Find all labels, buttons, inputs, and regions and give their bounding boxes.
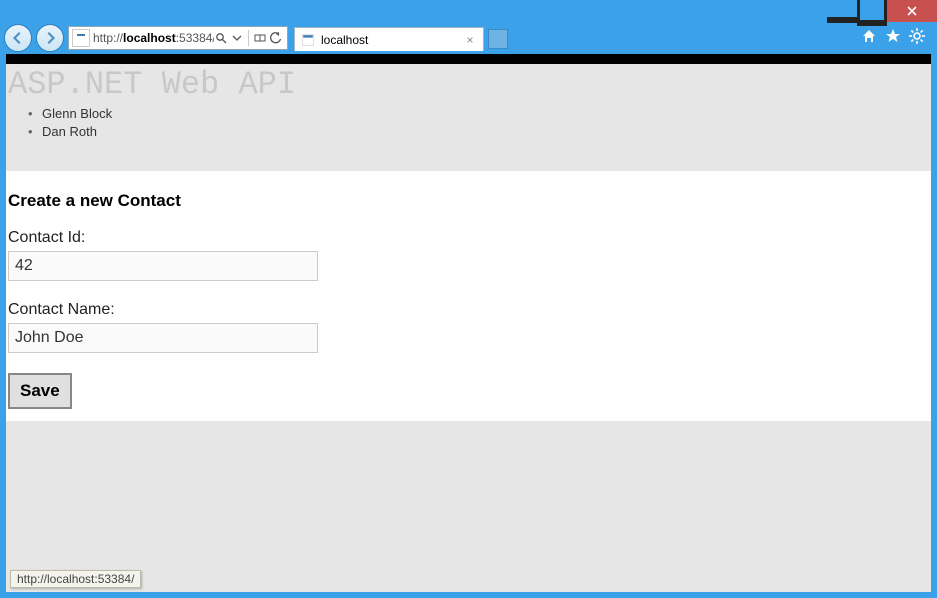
list-item: Dan Roth	[42, 123, 931, 141]
page-viewport: ASP.NET Web API Glenn Block Dan Roth Cre…	[6, 54, 931, 592]
forward-button[interactable]	[36, 24, 64, 52]
url-prefix: http://	[93, 31, 123, 45]
favorites-button[interactable]	[885, 28, 901, 49]
close-icon	[907, 6, 917, 16]
status-tooltip: http://localhost:53384/	[10, 570, 141, 588]
browser-window: http://localhost:53384/ localhost ×	[0, 0, 937, 598]
new-tab-button[interactable]	[488, 29, 508, 49]
home-button[interactable]	[861, 28, 877, 49]
star-icon	[885, 28, 901, 44]
tab-bar: localhost ×	[294, 25, 857, 51]
form-heading: Create a new Contact	[8, 191, 929, 211]
gear-icon	[909, 28, 925, 44]
header-section: ASP.NET Web API Glenn Block Dan Roth	[6, 64, 931, 171]
search-icon[interactable]	[214, 31, 228, 45]
contact-name-input[interactable]	[8, 323, 318, 353]
arrow-left-icon	[11, 31, 25, 45]
tab-favicon	[301, 33, 315, 47]
address-controls	[214, 30, 287, 46]
back-button[interactable]	[4, 24, 32, 52]
dropdown-icon[interactable]	[230, 31, 244, 45]
address-text: http://localhost:53384/	[93, 31, 214, 45]
tab-title: localhost	[321, 33, 368, 47]
contact-list: Glenn Block Dan Roth	[6, 105, 931, 141]
contact-id-label: Contact Id:	[8, 229, 929, 247]
contact-name-label: Contact Name:	[8, 301, 929, 319]
page-icon	[72, 29, 90, 47]
form-section: Create a new Contact Contact Id: Contact…	[6, 171, 931, 421]
minimize-button[interactable]	[827, 0, 857, 22]
contact-id-input[interactable]	[8, 251, 318, 281]
footer-area	[6, 421, 931, 592]
browser-toolbar: http://localhost:53384/ localhost ×	[0, 22, 937, 54]
arrow-right-icon	[43, 31, 57, 45]
url-suffix: :53384/	[176, 31, 214, 45]
address-bar[interactable]: http://localhost:53384/	[68, 26, 288, 50]
refresh-icon[interactable]	[269, 31, 283, 45]
maximize-button[interactable]	[857, 0, 887, 22]
window-titlebar	[0, 0, 937, 22]
page-title: ASP.NET Web API	[6, 66, 931, 103]
home-icon	[861, 28, 877, 44]
top-black-bar	[6, 54, 931, 64]
command-bar	[861, 28, 933, 49]
tools-button[interactable]	[909, 28, 925, 49]
url-host: localhost	[123, 31, 176, 45]
tab-localhost[interactable]: localhost ×	[294, 27, 484, 51]
save-button[interactable]: Save	[8, 373, 72, 409]
compat-icon[interactable]	[253, 31, 267, 45]
tab-close-icon[interactable]: ×	[463, 33, 477, 47]
list-item: Glenn Block	[42, 105, 931, 123]
close-button[interactable]	[887, 0, 937, 22]
